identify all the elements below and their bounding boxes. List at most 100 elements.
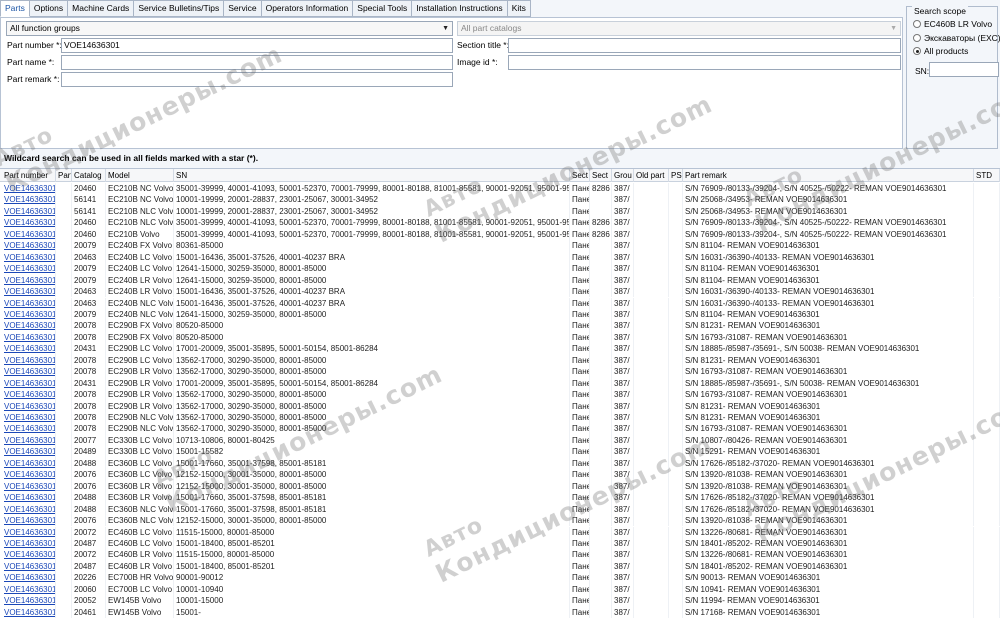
part-number-link[interactable]: VOE14636301 <box>2 331 56 344</box>
part-number-link[interactable]: VOE14636301 <box>2 560 56 573</box>
part-number-link[interactable]: VOE14636301 <box>2 251 56 264</box>
table-row[interactable]: VOE14636301 20052 EW145B Volvo 10001-15000 П… <box>0 595 1000 607</box>
table-row[interactable]: VOE14636301 20077 EC330B LC Volvo 10713-108… <box>0 434 1000 447</box>
part-remark-field[interactable] <box>61 72 453 87</box>
part-number-link[interactable]: VOE14636301 <box>2 583 56 596</box>
tab-options[interactable]: Options <box>29 0 69 17</box>
table-row[interactable]: VOE14636301 20488 EC360B LC Volvo 15001-176… <box>0 457 1000 470</box>
table-row[interactable]: VOE14636301 20076 EC360B LC Volvo 12152-150… <box>0 469 1000 481</box>
function-group-select[interactable]: All function groups ▼ <box>6 21 453 36</box>
tab-installation-instructions[interactable]: Installation Instructions <box>412 0 508 17</box>
part-number-link[interactable]: VOE14636301 <box>2 297 56 309</box>
column-header-part[interactable]: Part <box>56 169 72 182</box>
column-header-sect2[interactable]: Sect <box>590 169 612 182</box>
table-row[interactable]: VOE14636301 20078 EC290B NLC Volvo 13562-17… <box>0 423 1000 435</box>
scope-option-category[interactable]: Экскаваторы (EXC) <box>913 32 1000 44</box>
column-header-group[interactable]: Grou <box>612 169 634 182</box>
table-row[interactable]: VOE14636301 20488 EC360B LR Volvo 15001-176… <box>0 492 1000 504</box>
table-row[interactable]: VOE14636301 20431 EC290B LC Volvo 17001-200… <box>0 343 1000 355</box>
part-number-link[interactable]: VOE14636301 <box>2 343 56 355</box>
part-number-link[interactable]: VOE14636301 <box>2 537 56 550</box>
part-number-link[interactable]: VOE14636301 <box>2 354 56 367</box>
part-number-field[interactable]: VOE14636301 <box>61 38 453 53</box>
tab-service[interactable]: Service <box>224 0 262 17</box>
tab-kits[interactable]: Kits <box>507 0 531 17</box>
table-row[interactable]: VOE14636301 20060 EC700B LC Volvo 10001-109… <box>0 583 1000 596</box>
part-number-link[interactable]: VOE14636301 <box>2 228 56 241</box>
part-catalog-select[interactable]: All part catalogs ▼ <box>457 21 901 36</box>
part-number-link[interactable]: VOE14636301 <box>2 503 56 516</box>
sn-field[interactable] <box>929 62 999 77</box>
part-number-link[interactable]: VOE14636301 <box>2 286 56 298</box>
table-row[interactable]: VOE14636301 20078 EC290B LR Volvo 13562-170… <box>0 400 1000 412</box>
part-number-link[interactable]: VOE14636301 <box>2 205 56 218</box>
table-row[interactable]: VOE14636301 56141 EC210B NC Volvo 10001-199… <box>0 194 1000 206</box>
table-row[interactable]: VOE14636301 20460 EC210B Volvo 35001-39999,… <box>0 228 1000 241</box>
table-row[interactable]: VOE14636301 20226 EC700B HR Volvo 90001-900… <box>0 572 1000 584</box>
part-number-link[interactable]: VOE14636301 <box>2 320 56 332</box>
table-row[interactable]: VOE14636301 20463 EC240B NLC Volvo 15001-16… <box>0 297 1000 309</box>
table-row[interactable]: VOE14636301 20079 EC240B LC Volvo 12641-150… <box>0 263 1000 275</box>
part-number-link[interactable]: VOE14636301 <box>2 572 56 584</box>
part-number-link[interactable]: VOE14636301 <box>2 469 56 481</box>
table-row[interactable]: VOE14636301 20079 EC240B LR Volvo 12641-150… <box>0 274 1000 287</box>
part-number-link[interactable]: VOE14636301 <box>2 526 56 538</box>
column-header-model[interactable]: Model <box>106 169 174 182</box>
column-header-part-remark[interactable]: Part remark <box>683 169 974 182</box>
table-row[interactable]: VOE14636301 20487 EC460B LR Volvo 15001-184… <box>0 560 1000 573</box>
part-number-link[interactable]: VOE14636301 <box>2 366 56 378</box>
part-number-link[interactable]: VOE14636301 <box>2 480 56 493</box>
image-id-field[interactable] <box>508 55 901 70</box>
part-number-link[interactable]: VOE14636301 <box>2 400 56 412</box>
column-header-std[interactable]: STD <box>974 169 1000 182</box>
part-number-link[interactable]: VOE14636301 <box>2 492 56 504</box>
part-number-link[interactable]: VOE14636301 <box>2 194 56 206</box>
tab-service-bulletins-tips[interactable]: Service Bulletins/Tips <box>134 0 225 17</box>
column-header-old-part[interactable]: Old part <box>634 169 669 182</box>
table-row[interactable]: VOE14636301 20078 EC290B LR Volvo 13562-170… <box>0 366 1000 378</box>
part-number-link[interactable]: VOE14636301 <box>2 549 56 561</box>
tab-parts[interactable]: Parts <box>0 0 30 17</box>
column-header-sn[interactable]: SN <box>174 169 570 182</box>
part-number-link[interactable]: VOE14636301 <box>2 446 56 458</box>
part-number-link[interactable]: VOE14636301 <box>2 240 56 252</box>
part-number-link[interactable]: VOE14636301 <box>2 377 56 390</box>
table-row[interactable]: VOE14636301 20460 EC210B NC Volvo 35001-399… <box>0 183 1000 195</box>
part-number-link[interactable]: VOE14636301 <box>2 217 56 229</box>
table-row[interactable]: VOE14636301 20463 EC240B LR Volvo 15001-164… <box>0 286 1000 298</box>
table-row[interactable]: VOE14636301 20078 EC290B FX Volvo 80520-850… <box>0 331 1000 344</box>
part-number-link[interactable]: VOE14636301 <box>2 457 56 470</box>
column-header-part-number[interactable]: Part number <box>2 169 56 182</box>
part-name-field[interactable] <box>61 55 453 70</box>
part-number-link[interactable]: VOE14636301 <box>2 274 56 287</box>
table-row[interactable]: VOE14636301 20079 EC240B NLC Volvo 12641-15… <box>0 308 1000 321</box>
part-number-link[interactable]: VOE14636301 <box>2 434 56 447</box>
table-row[interactable]: VOE14636301 20072 EC460B LC Volvo 11515-150… <box>0 526 1000 538</box>
table-row[interactable]: VOE14636301 20078 EC290B LC Volvo 13562-170… <box>0 354 1000 367</box>
table-row[interactable]: VOE14636301 20487 EC460B LC Volvo 15001-184… <box>0 537 1000 550</box>
table-row[interactable]: VOE14636301 20079 EC240B FX Volvo 80361-850… <box>0 240 1000 252</box>
table-row[interactable]: VOE14636301 20076 EC360B NLC Volvo 12152-15… <box>0 515 1000 527</box>
scope-option-all-products[interactable]: All products <box>913 45 968 57</box>
part-number-link[interactable]: VOE14636301 <box>2 263 56 275</box>
table-row[interactable]: VOE14636301 20078 EC290B NLC Volvo 13562-17… <box>0 412 1000 424</box>
scope-option-model[interactable]: EC460B LR Volvo <box>913 18 992 30</box>
column-header-ps[interactable]: PS <box>669 169 683 182</box>
part-number-link[interactable]: VOE14636301 <box>2 595 56 607</box>
table-row[interactable]: VOE14636301 20460 EC210B NLC Volvo 35001-39… <box>0 217 1000 229</box>
table-row[interactable]: VOE14636301 56141 EC210B NLC Volvo 10001-19… <box>0 205 1000 218</box>
table-row[interactable]: VOE14636301 20431 EC290B LR Volvo 17001-200… <box>0 377 1000 390</box>
tab-operators-information[interactable]: Operators Information <box>261 0 354 17</box>
part-number-link[interactable]: VOE14636301 <box>2 423 56 435</box>
column-header-sect[interactable]: Sect <box>570 169 590 182</box>
table-row[interactable]: VOE14636301 20078 EC290B FX Volvo 80520-850… <box>0 320 1000 332</box>
table-row[interactable]: VOE14636301 20076 EC360B LR Volvo 12152-150… <box>0 480 1000 493</box>
table-row[interactable]: VOE14636301 20078 EC290B LR Volvo 13562-170… <box>0 389 1000 401</box>
table-row[interactable]: VOE14636301 20461 EW145B Volvo 15001- Пане 38… <box>0 606 1000 619</box>
part-number-link[interactable]: VOE14636301 <box>2 606 56 619</box>
part-number-link[interactable]: VOE14636301 <box>2 389 56 401</box>
table-row[interactable]: VOE14636301 20488 EC360B NLC Volvo 15001-17… <box>0 503 1000 516</box>
part-number-link[interactable]: VOE14636301 <box>2 183 56 195</box>
tab-special-tools[interactable]: Special Tools <box>353 0 413 17</box>
section-title-field[interactable] <box>508 38 901 53</box>
